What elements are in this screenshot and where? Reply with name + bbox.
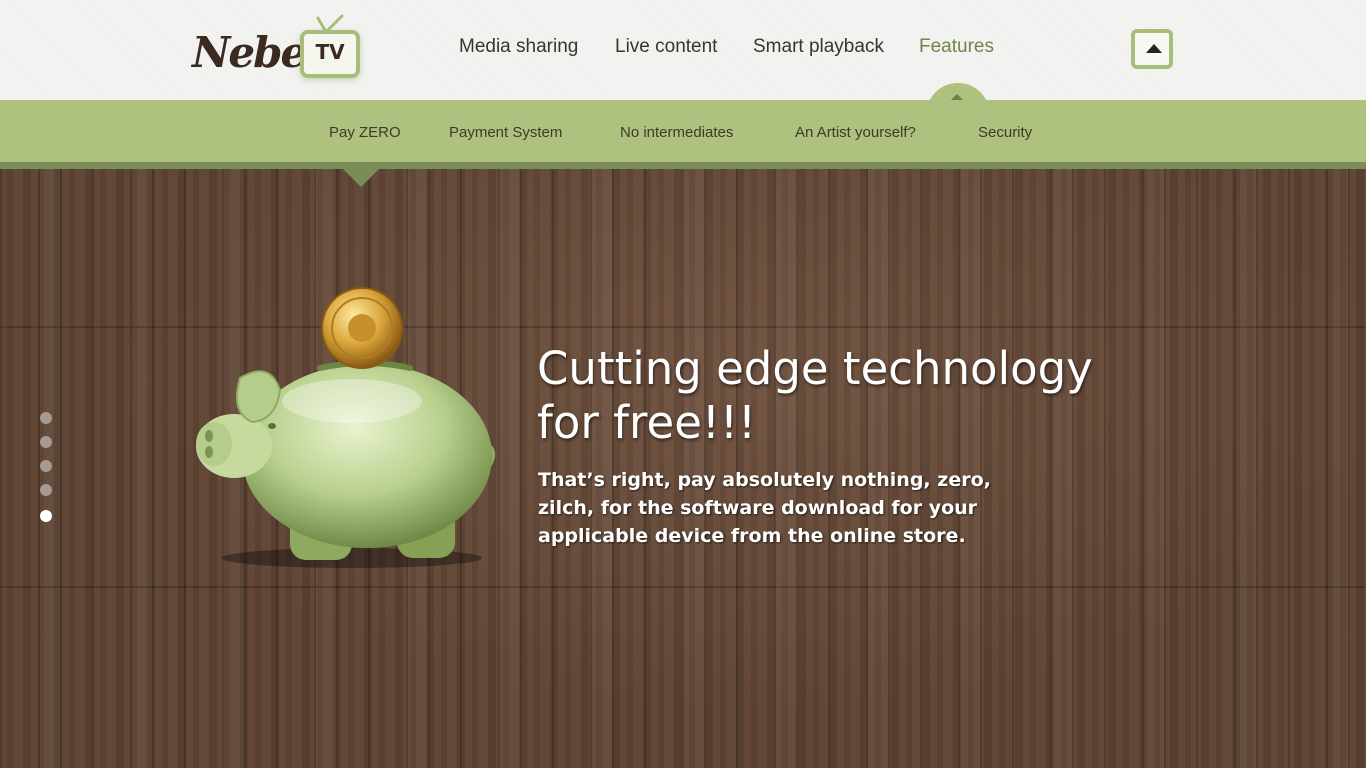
subnav-security[interactable]: Security: [978, 124, 1032, 141]
caret-up-icon: [1146, 44, 1162, 53]
site-header: Nebel. TV Media sharing Live content Sma…: [0, 0, 1366, 100]
slide-dot-active[interactable]: [40, 510, 52, 522]
sub-nav-underline: [0, 162, 1366, 169]
subnav-no-intermediates[interactable]: No intermediates: [620, 124, 733, 141]
slide-dot[interactable]: [40, 460, 52, 472]
slide-dot[interactable]: [40, 484, 52, 496]
hero-title: Cutting edge technology for free!!!: [537, 342, 1093, 449]
hero-description: That’s right, pay absolutely nothing, ze…: [538, 469, 991, 547]
logo-tv-label: TV: [315, 40, 345, 64]
subnav-payment-system[interactable]: Payment System: [449, 124, 562, 141]
slide-dot[interactable]: [40, 412, 52, 424]
nav-smart-playback[interactable]: Smart playback: [753, 36, 884, 58]
slide-dot[interactable]: [40, 436, 52, 448]
sub-nav: Pay ZERO Payment System No intermediates…: [0, 100, 1366, 162]
active-subnav-pointer: [343, 169, 379, 187]
subnav-artist-yourself[interactable]: An Artist yourself?: [795, 124, 916, 141]
nav-live-content[interactable]: Live content: [615, 36, 717, 58]
subnav-pay-zero[interactable]: Pay ZERO: [329, 124, 401, 141]
nav-features[interactable]: Features: [919, 36, 994, 58]
logo[interactable]: Nebel. TV: [192, 14, 367, 84]
tv-icon: TV: [300, 30, 360, 78]
piggy-bank-icon: [196, 287, 496, 568]
nav-media-sharing[interactable]: Media sharing: [459, 36, 578, 58]
slide-pagination: [40, 412, 54, 524]
scroll-up-button[interactable]: [1131, 29, 1173, 69]
